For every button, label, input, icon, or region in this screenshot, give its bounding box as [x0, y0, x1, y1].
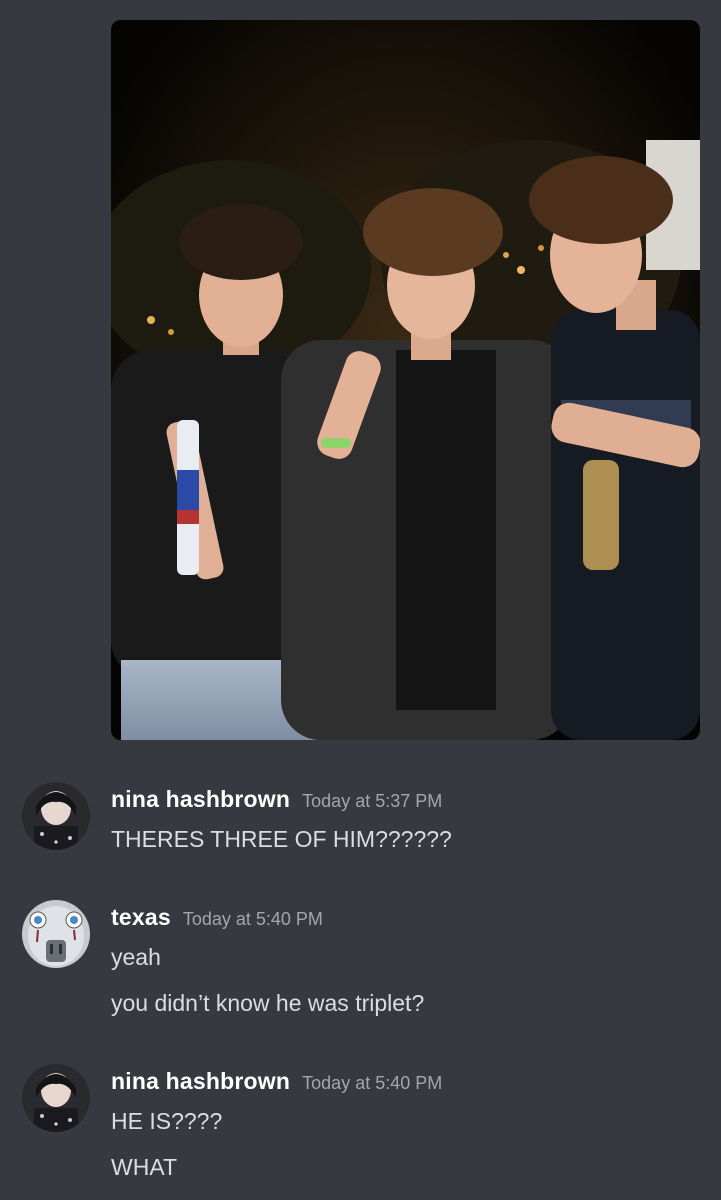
- avatar[interactable]: [22, 900, 90, 968]
- message-header: nina hashbrown Today at 5:37 PM: [111, 786, 442, 813]
- message-header: texas Today at 5:40 PM: [111, 904, 323, 931]
- message-text: you didn’t know he was triplet?: [111, 990, 425, 1016]
- avatar[interactable]: [22, 782, 90, 850]
- message-text: HE IS????: [111, 1108, 223, 1134]
- message-text: THERES THREE OF HIM??????: [111, 826, 452, 852]
- pale-cartoon-face-icon: [22, 900, 90, 968]
- message-header: nina hashbrown Today at 5:40 PM: [111, 1068, 442, 1095]
- message-text: yeah: [111, 944, 161, 970]
- username[interactable]: nina hashbrown: [111, 1068, 290, 1094]
- username[interactable]: texas: [111, 904, 171, 930]
- message-text: WHAT: [111, 1154, 178, 1180]
- avatar[interactable]: [22, 1064, 90, 1132]
- timestamp[interactable]: Today at 5:40 PM: [302, 1073, 442, 1093]
- username[interactable]: nina hashbrown: [111, 786, 290, 812]
- attachment-photo: [111, 20, 700, 740]
- timestamp[interactable]: Today at 5:40 PM: [183, 909, 323, 929]
- dark-haired-figure-icon: [22, 782, 90, 850]
- dark-haired-figure-icon: [22, 1064, 90, 1132]
- timestamp[interactable]: Today at 5:37 PM: [302, 791, 442, 811]
- image-attachment[interactable]: [111, 20, 700, 740]
